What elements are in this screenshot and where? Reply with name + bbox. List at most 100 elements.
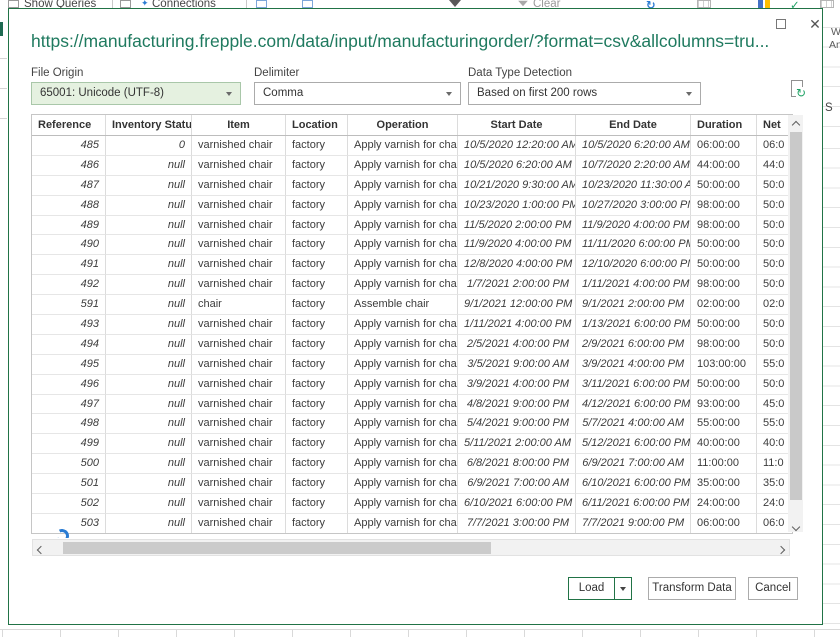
table-cell: varnished chair bbox=[192, 335, 286, 355]
table-cell: 10/23/2020 1:00:00 PM bbox=[458, 196, 576, 216]
scroll-up-button[interactable] bbox=[788, 115, 803, 130]
sheet-text-fragment: W bbox=[831, 26, 840, 38]
table-cell: varnished chair bbox=[192, 414, 286, 434]
data-type-detection-label: Data Type Detection bbox=[468, 67, 572, 79]
table-cell: 50:00:00 bbox=[691, 235, 757, 255]
table-cell: null bbox=[106, 315, 192, 335]
file-origin-label: File Origin bbox=[31, 67, 83, 79]
table-cell: 12/8/2020 4:00:00 PM bbox=[458, 255, 576, 275]
delimiter-select[interactable]: Comma bbox=[254, 82, 461, 105]
vertical-scrollbar[interactable] bbox=[788, 115, 803, 532]
scroll-left-button[interactable] bbox=[33, 540, 49, 555]
refresh-preview-button[interactable]: ↻ bbox=[790, 80, 808, 102]
table-cell: 06:0 bbox=[757, 514, 792, 534]
transform-data-button[interactable]: Transform Data bbox=[648, 577, 736, 600]
table-cell: Apply varnish for chair bbox=[348, 454, 458, 474]
table-cell: 06:00:00 bbox=[691, 514, 757, 534]
chevron-left-icon bbox=[37, 546, 45, 554]
table-cell: 98:00:00 bbox=[691, 216, 757, 236]
table-row: 500nullvarnished chairfactoryApply varni… bbox=[32, 454, 792, 474]
column-header: Reference bbox=[32, 115, 106, 135]
table-cell: 50:0 bbox=[757, 375, 792, 395]
table-cell: Apply varnish for chair bbox=[348, 414, 458, 434]
table-cell: 494 bbox=[32, 335, 106, 355]
table-cell: 6/9/2021 7:00:00 AM bbox=[458, 474, 576, 494]
refresh-green-icon: ↻ bbox=[796, 87, 806, 99]
table-cell: 50:0 bbox=[757, 335, 792, 355]
table-cell: varnished chair bbox=[192, 494, 286, 514]
table-cell: null bbox=[106, 275, 192, 295]
close-button[interactable]: ✕ bbox=[803, 15, 827, 34]
table-cell: 9/1/2021 2:00:00 PM bbox=[576, 295, 691, 315]
table-cell: 40:0 bbox=[757, 434, 792, 454]
cancel-button[interactable]: Cancel bbox=[748, 577, 798, 600]
data-type-detection-value: Based on first 200 rows bbox=[477, 87, 597, 99]
table-cell: varnished chair bbox=[192, 275, 286, 295]
table-row: 497nullvarnished chairfactoryApply varni… bbox=[32, 395, 792, 415]
column-header: Start Date bbox=[458, 115, 576, 135]
horizontal-scrollbar-thumb[interactable] bbox=[63, 542, 491, 554]
table-cell: 11/5/2020 2:00:00 PM bbox=[458, 216, 576, 236]
table-cell: Apply varnish for chair bbox=[348, 474, 458, 494]
table-cell: 50:00:00 bbox=[691, 176, 757, 196]
table-cell: Assemble chair bbox=[348, 295, 458, 315]
table-cell: 591 bbox=[32, 295, 106, 315]
chevron-down-icon bbox=[686, 92, 692, 96]
table-cell: 502 bbox=[32, 494, 106, 514]
table-cell: factory bbox=[286, 434, 348, 454]
table-cell: 10/5/2020 12:20:00 AM bbox=[458, 136, 576, 156]
table-cell: varnished chair bbox=[192, 156, 286, 176]
table-cell: varnished chair bbox=[192, 176, 286, 196]
table-cell: 4/8/2021 9:00:00 PM bbox=[458, 395, 576, 415]
table-cell: null bbox=[106, 176, 192, 196]
table-cell: 11/9/2020 4:00:00 PM bbox=[576, 216, 691, 236]
table-cell: 11:0 bbox=[757, 454, 792, 474]
table-cell: Apply varnish for chair bbox=[348, 255, 458, 275]
gridline bbox=[0, 58, 7, 59]
sheet-bottom-fragment bbox=[0, 626, 840, 637]
table-cell: 50:0 bbox=[757, 196, 792, 216]
scroll-down-button[interactable] bbox=[788, 517, 803, 532]
horizontal-scrollbar[interactable] bbox=[32, 539, 790, 556]
table-cell: null bbox=[106, 414, 192, 434]
data-type-detection-select[interactable]: Based on first 200 rows bbox=[468, 82, 701, 105]
sheet-left-fragment bbox=[0, 10, 8, 626]
table-cell: 11/9/2020 4:00:00 PM bbox=[458, 235, 576, 255]
table-cell: 44:0 bbox=[757, 156, 792, 176]
table-cell: 6/10/2021 6:00:00 PM bbox=[576, 474, 691, 494]
chevron-right-icon bbox=[777, 546, 785, 554]
vertical-scrollbar-thumb[interactable] bbox=[790, 132, 802, 500]
load-dropdown-button[interactable] bbox=[614, 578, 631, 599]
table-cell: 486 bbox=[32, 156, 106, 176]
scroll-right-button[interactable] bbox=[773, 540, 789, 555]
table-cell: 3/5/2021 9:00:00 AM bbox=[458, 355, 576, 375]
table-cell: factory bbox=[286, 474, 348, 494]
table-cell: 501 bbox=[32, 474, 106, 494]
table-cell: 98:00:00 bbox=[691, 335, 757, 355]
table-cell: 6/11/2021 6:00:00 PM bbox=[576, 494, 691, 514]
properties-icon bbox=[120, 0, 131, 8]
file-origin-value: 65001: Unicode (UTF-8) bbox=[40, 87, 164, 99]
table-cell: 10/5/2020 6:20:00 AM bbox=[576, 136, 691, 156]
column-chart-icon bbox=[758, 0, 763, 8]
delimiter-value: Comma bbox=[263, 87, 303, 99]
file-origin-select[interactable]: 65001: Unicode (UTF-8) bbox=[31, 82, 241, 105]
table-cell: 50:00:00 bbox=[691, 315, 757, 335]
table-cell: 10/27/2020 3:00:00 PM bbox=[576, 196, 691, 216]
loading-spinner-icon bbox=[55, 529, 71, 538]
table-row: 486nullvarnished chairfactoryApply varni… bbox=[32, 156, 792, 176]
table-cell: Apply varnish for chair bbox=[348, 514, 458, 534]
table-cell: 493 bbox=[32, 315, 106, 335]
table-cell: 50:0 bbox=[757, 216, 792, 236]
table-cell: factory bbox=[286, 156, 348, 176]
table-cell: 50:0 bbox=[757, 315, 792, 335]
table-cell: 02:0 bbox=[757, 295, 792, 315]
table-row: 498nullvarnished chairfactoryApply varni… bbox=[32, 414, 792, 434]
table-body: 4850varnished chairfactoryApply varnish … bbox=[32, 136, 792, 534]
table-cell: 98:00:00 bbox=[691, 196, 757, 216]
chevron-down-icon bbox=[446, 92, 452, 96]
table-cell: 06:00:00 bbox=[691, 136, 757, 156]
load-button[interactable]: Load bbox=[569, 578, 614, 599]
show-queries-icon bbox=[8, 0, 19, 8]
table-cell: Apply varnish for chair bbox=[348, 176, 458, 196]
